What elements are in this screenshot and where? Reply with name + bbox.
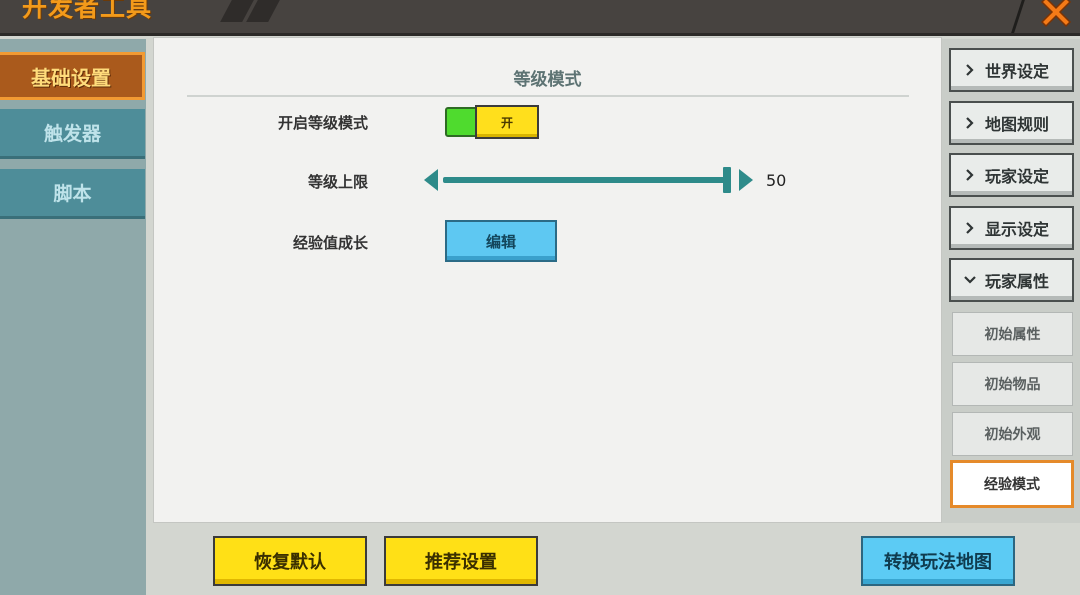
level-cap-slider[interactable] (443, 177, 729, 183)
convert-map-button[interactable]: 转换玩法地图 (861, 536, 1015, 586)
level-cap-slider-handle[interactable] (723, 167, 731, 193)
category-player-attributes[interactable]: 玩家属性 (949, 258, 1074, 302)
header-decoration (212, 0, 282, 22)
category-display-settings[interactable]: 显示设定 (949, 206, 1074, 250)
level-mode-toggle[interactable]: 开 (445, 105, 540, 139)
category-map-rules[interactable]: 地图规则 (949, 101, 1074, 145)
category-label: 玩家属性 (985, 272, 1050, 291)
tab-triggers[interactable]: 触发器 (0, 109, 145, 159)
slider-decrease-icon[interactable] (424, 169, 438, 191)
tab-scripts[interactable]: 脚本 (0, 169, 145, 219)
window-title: 开发者工具 (22, 0, 153, 22)
exp-growth-edit-button[interactable]: 编辑 (445, 220, 557, 262)
chevron-down-icon (964, 276, 976, 284)
left-sidebar: 基础设置 触发器 脚本 (0, 39, 146, 595)
category-world-settings[interactable]: 世界设定 (949, 48, 1074, 92)
subitem-initial-attributes[interactable]: 初始属性 (952, 312, 1073, 356)
level-cap-value: 50 (766, 171, 787, 190)
category-label: 世界设定 (985, 62, 1050, 81)
title-bar: 开发者工具 (0, 0, 1080, 36)
category-label: 显示设定 (985, 220, 1050, 239)
tab-basic-settings[interactable]: 基础设置 (0, 52, 145, 100)
chevron-right-icon (966, 117, 974, 129)
subitem-initial-items[interactable]: 初始物品 (952, 362, 1073, 406)
recommended-settings-button[interactable]: 推荐设置 (384, 536, 538, 586)
exp-growth-label: 经验值成长 (292, 234, 368, 252)
category-panel: 世界设定 地图规则 玩家设定 显示设定 玩家属性 初始属性 初始物品 初始外观 … (942, 39, 1080, 523)
category-player-settings[interactable]: 玩家设定 (949, 153, 1074, 197)
subitem-experience-mode[interactable]: 经验模式 (950, 460, 1074, 508)
chevron-right-icon (966, 64, 974, 76)
close-button[interactable] (1036, 0, 1076, 30)
category-label: 地图规则 (985, 115, 1050, 134)
level-cap-label: 等级上限 (307, 173, 368, 191)
chevron-right-icon (966, 222, 974, 234)
close-icon (1040, 0, 1072, 28)
subitem-initial-appearance[interactable]: 初始外观 (952, 412, 1073, 456)
level-mode-label: 开启等级模式 (277, 114, 368, 132)
category-label: 玩家设定 (985, 167, 1050, 186)
restore-default-button[interactable]: 恢复默认 (213, 536, 367, 586)
header-divider (1010, 0, 1025, 33)
section-divider (187, 95, 909, 97)
toggle-knob: 开 (475, 105, 539, 139)
slider-increase-icon[interactable] (739, 169, 753, 191)
section-title: 等级模式 (513, 70, 582, 90)
chevron-right-icon (966, 169, 974, 181)
settings-panel: 等级模式 开启等级模式 开 等级上限 50 经验值成长 编辑 (153, 37, 942, 523)
